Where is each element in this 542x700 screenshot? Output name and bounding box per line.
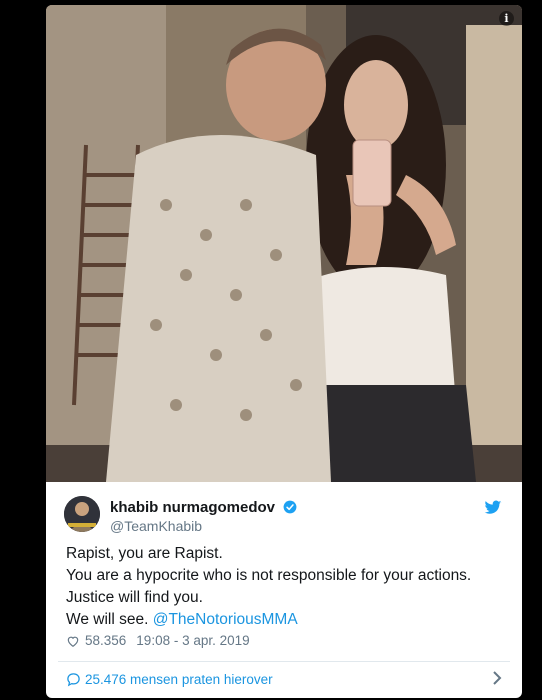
tweet-line: You are a hypocrite who is not responsib… bbox=[66, 567, 472, 584]
info-icon[interactable]: i bbox=[499, 11, 514, 26]
replies-link[interactable]: 25.476 mensen praten hierover bbox=[66, 672, 273, 687]
tweet-photo[interactable]: i bbox=[46, 5, 522, 482]
tweet-meta: 58.356 19:08 - 3 apr. 2019 bbox=[66, 633, 250, 648]
avatar[interactable] bbox=[64, 496, 100, 532]
speech-bubble-icon bbox=[67, 673, 80, 687]
tweet-line: Rapist, you are Rapist. bbox=[66, 545, 223, 562]
user-handle[interactable]: @TeamKhabib bbox=[110, 518, 202, 534]
avatar-image bbox=[64, 496, 100, 532]
timestamp[interactable]: 19:08 - 3 apr. 2019 bbox=[136, 633, 249, 648]
photo-illustration bbox=[46, 5, 522, 482]
tweet-line-text: We will see. bbox=[66, 611, 153, 628]
divider bbox=[58, 661, 510, 662]
like-count[interactable]: 58.356 bbox=[85, 633, 126, 648]
tweet-header: khabib nurmagomedov @TeamKhabib bbox=[46, 482, 522, 542]
display-name-text[interactable]: khabib nurmagomedov bbox=[110, 499, 275, 516]
verified-badge-icon bbox=[283, 500, 297, 514]
embedded-tweet-card[interactable]: i khabib nurmagomedov @TeamKhabib Rapist… bbox=[46, 5, 522, 698]
tweet-text: Rapist, you are Rapist. You are a hypocr… bbox=[66, 543, 506, 631]
tweet-line: We will see. @TheNotoriousMMA bbox=[66, 609, 506, 631]
chevron-right-icon[interactable] bbox=[492, 671, 502, 690]
display-name[interactable]: khabib nurmagomedov bbox=[110, 499, 297, 516]
mention-link[interactable]: @TheNotoriousMMA bbox=[153, 611, 298, 628]
twitter-bird-icon[interactable] bbox=[484, 500, 502, 516]
tweet-line: Justice will find you. bbox=[66, 589, 203, 606]
replies-link-text[interactable]: 25.476 mensen praten hierover bbox=[85, 672, 273, 687]
heart-icon[interactable] bbox=[66, 634, 80, 648]
